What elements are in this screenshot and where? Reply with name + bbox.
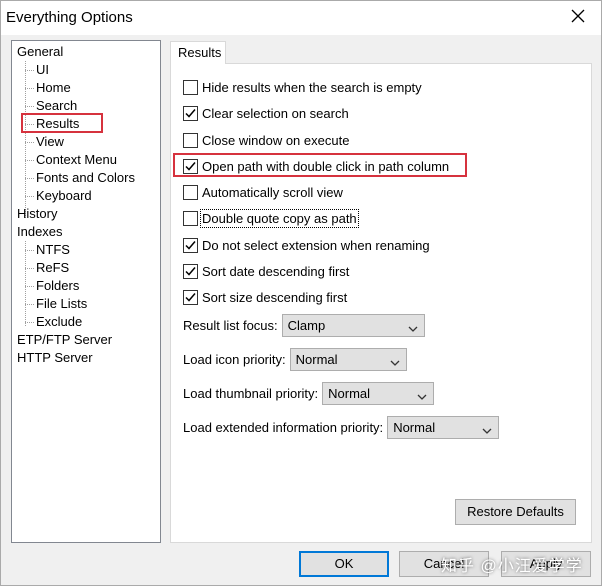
chevron-down-icon <box>482 423 492 438</box>
checkbox[interactable] <box>183 210 198 226</box>
tab-results[interactable]: Results <box>170 41 226 64</box>
restore-defaults-button[interactable]: Restore Defaults <box>455 499 576 525</box>
checkmark-icon <box>185 161 196 171</box>
load-thumbnail-priority-label: Load thumbnail priority: <box>183 386 319 401</box>
checkbox[interactable] <box>183 79 198 95</box>
tree-branch-line <box>25 241 26 326</box>
tree-item-exclude[interactable]: Exclude <box>24 313 83 330</box>
load-thumbnail-priority-select[interactable]: Normal <box>322 382 435 405</box>
checkbox[interactable] <box>183 132 198 148</box>
load-extended-info-priority-label: Load extended information priority: <box>183 420 384 435</box>
checkbox[interactable] <box>183 237 198 253</box>
tree-item-history[interactable]: History <box>16 205 58 222</box>
ok-button[interactable]: OK <box>299 551 389 577</box>
tree-item-http-server[interactable]: HTTP Server <box>16 349 94 366</box>
tree-item-fonts-and-colors[interactable]: Fonts and Colors <box>25 169 136 186</box>
option-no-select-extension[interactable]: Do not select extension when renaming <box>183 236 430 254</box>
title-bar: Everything Options <box>1 1 601 35</box>
chevron-down-icon <box>408 321 418 336</box>
load-extended-info-priority-row: Load extended information priority: Norm… <box>183 416 500 439</box>
option-open-path-double-click[interactable]: Open path with double click in path colu… <box>183 157 449 175</box>
option-close-window[interactable]: Close window on execute <box>183 131 349 149</box>
result-list-focus-row: Result list focus: Clamp <box>183 314 425 337</box>
tree-item-etp-ftp-server[interactable]: ETP/FTP Server <box>16 331 113 348</box>
tree-item-ntfs[interactable]: NTFS <box>25 241 71 258</box>
close-button[interactable] <box>555 1 601 34</box>
options-window: Everything Options General UI Home Searc… <box>0 0 602 586</box>
checkbox[interactable] <box>183 263 198 279</box>
option-clear-selection[interactable]: Clear selection on search <box>183 104 349 122</box>
watermark: 知乎 @小汪爱学学 <box>441 558 583 575</box>
option-hide-results-empty[interactable]: Hide results when the search is empty <box>183 78 422 96</box>
checkbox[interactable] <box>183 184 198 200</box>
load-icon-priority-label: Load icon priority: <box>183 352 286 367</box>
load-icon-priority-select[interactable]: Normal <box>289 348 407 371</box>
checkbox[interactable] <box>183 289 198 305</box>
tree-item-context-menu[interactable]: Context Menu <box>25 151 118 168</box>
checkmark-icon <box>185 266 196 276</box>
option-double-quote-copy[interactable]: Double quote copy as path <box>183 208 359 228</box>
checkbox[interactable] <box>183 105 198 121</box>
tree-item-indexes[interactable]: Indexes <box>16 223 64 240</box>
load-thumbnail-priority-row: Load thumbnail priority: Normal <box>183 382 435 405</box>
tree-item-keyboard[interactable]: Keyboard <box>25 187 93 204</box>
tree-item-folders[interactable]: Folders <box>24 277 80 294</box>
tree-item-home[interactable]: Home <box>25 79 72 96</box>
checkmark-icon <box>185 292 196 302</box>
load-extended-info-priority-select[interactable]: Normal <box>387 416 500 439</box>
load-icon-priority-row: Load icon priority: Normal <box>183 348 407 371</box>
checkmark-icon <box>185 108 196 118</box>
tree-branch-line <box>25 61 26 218</box>
tree-item-general[interactable]: General <box>16 43 64 60</box>
option-sort-date-desc[interactable]: Sort date descending first <box>183 262 349 280</box>
chevron-down-icon <box>417 389 427 404</box>
window-title: Everything Options <box>6 9 133 26</box>
tree-item-ui[interactable]: UI <box>25 61 50 78</box>
checkbox[interactable] <box>183 158 198 174</box>
result-list-focus-label: Result list focus: <box>183 318 278 333</box>
chevron-down-icon <box>390 355 400 370</box>
option-sort-size-desc[interactable]: Sort size descending first <box>183 288 347 306</box>
tree-item-view[interactable]: View <box>25 133 65 150</box>
checkmark-icon <box>185 240 196 250</box>
settings-tree[interactable]: General UI Home Search Results View Cont… <box>11 40 161 543</box>
tree-item-search[interactable]: Search <box>24 97 78 114</box>
tree-item-results[interactable]: Results <box>24 115 80 132</box>
option-auto-scroll[interactable]: Automatically scroll view <box>183 183 343 201</box>
close-icon <box>571 9 585 26</box>
tree-item-refs[interactable]: ReFS <box>24 259 70 276</box>
tree-item-file-lists[interactable]: File Lists <box>24 295 88 312</box>
result-list-focus-select[interactable]: Clamp <box>281 314 425 337</box>
